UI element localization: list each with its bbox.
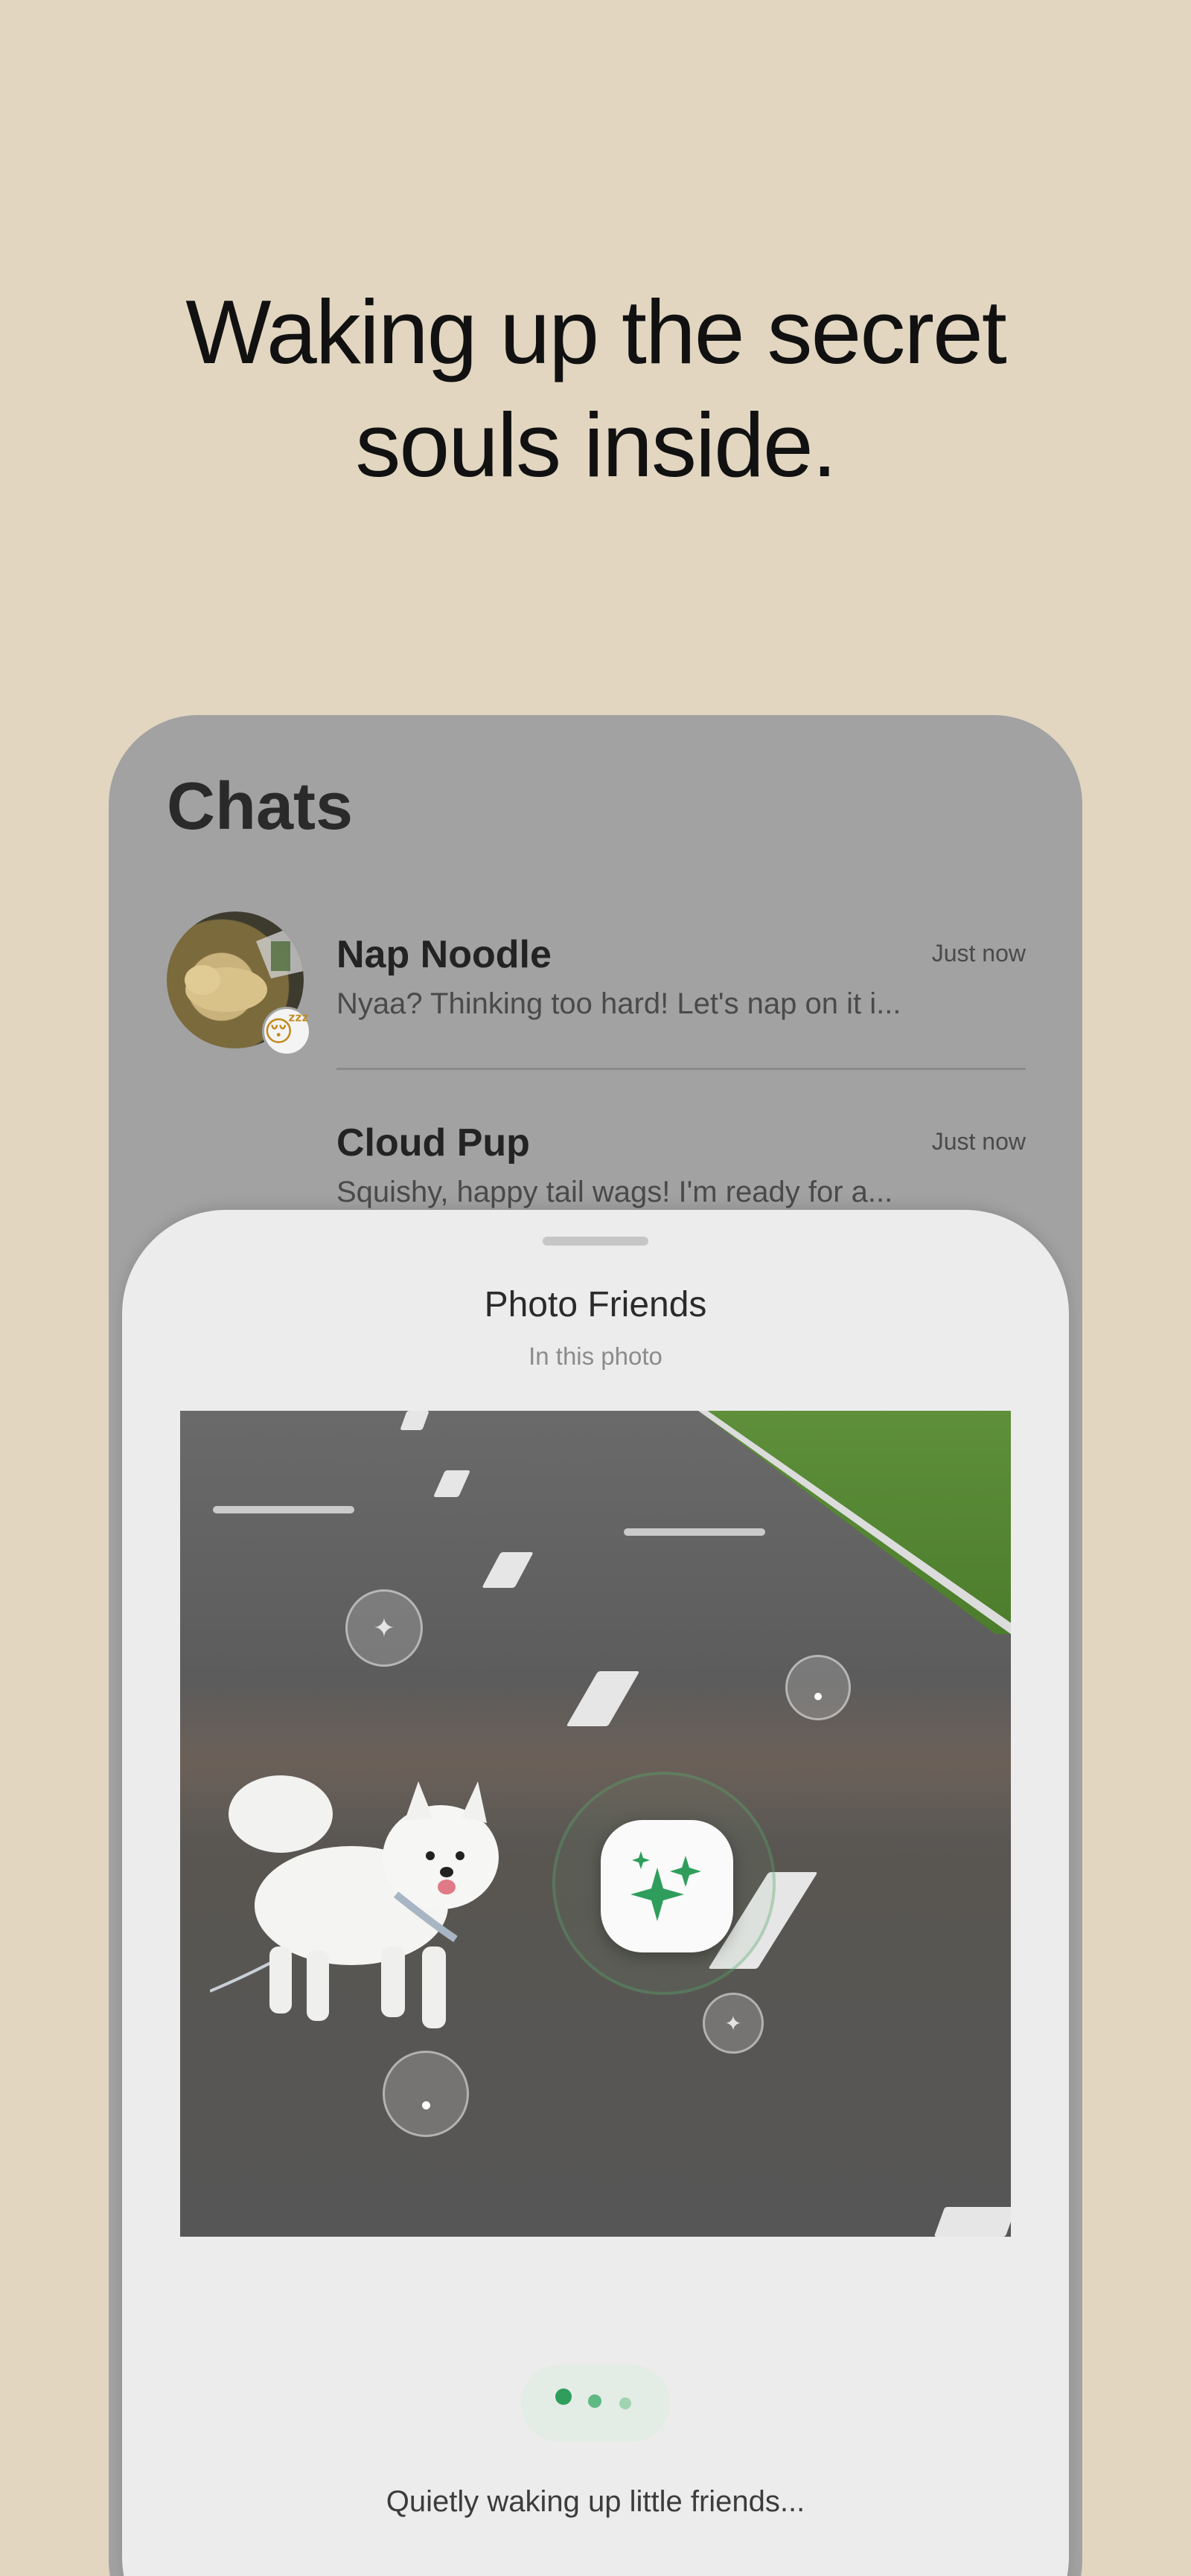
chat-preview: Squishy, happy tail wags! I'm ready for … [336,1176,893,1208]
sheet-subtitle: In this photo [529,1342,662,1370]
loading-dot [555,2388,572,2405]
photo-friends-sheet: Photo Friends In this photo ✦ ✦ Quietly … [122,1210,1069,2576]
loading-indicator [521,2365,670,2442]
chat-time: Just now [931,940,1026,967]
onboarding-screen: Waking up the secret souls inside. Chats… [0,0,1191,2576]
chat-name: Nap Noodle [336,933,552,976]
sparkle-icon[interactable]: ✦ [345,1589,423,1667]
sparkle-icon[interactable]: ✦ [703,1993,764,2054]
chat-row-nap-noodle[interactable]: 😴 Nap Noodle Just now Nyaa? Thinking too… [167,911,1026,1075]
dot-icon[interactable] [383,2051,469,2137]
headline-line-2: souls inside. [355,394,837,496]
chat-time: Just now [931,1128,1026,1155]
sparkles-button[interactable] [601,1820,733,1952]
loading-dot [588,2394,601,2408]
bike-lane-marking [624,1528,765,1536]
dog-figure [210,1775,499,2028]
sheet-grabber[interactable] [543,1237,648,1246]
divider [336,1068,1026,1070]
loading-dot [619,2397,631,2409]
headline-line-1: Waking up the secret [185,281,1007,382]
lane-dash [933,2207,1011,2237]
sparkles-icon [630,1851,701,1921]
headline: Waking up the secret souls inside. [0,275,1191,502]
chat-name: Cloud Pup [336,1121,530,1164]
status-text: Quietly waking up little friends... [386,2485,805,2518]
chat-preview: Nyaa? Thinking too hard! Let's nap on it… [336,987,901,1020]
sleepy-emoji-badge: 😴 [262,1007,311,1056]
dot-icon[interactable] [785,1655,851,1720]
sheet-title: Photo Friends [484,1285,707,1324]
page-title: Chats [167,769,354,844]
bike-lane-marking [213,1506,354,1513]
photo-preview: ✦ ✦ [180,1411,1011,2237]
